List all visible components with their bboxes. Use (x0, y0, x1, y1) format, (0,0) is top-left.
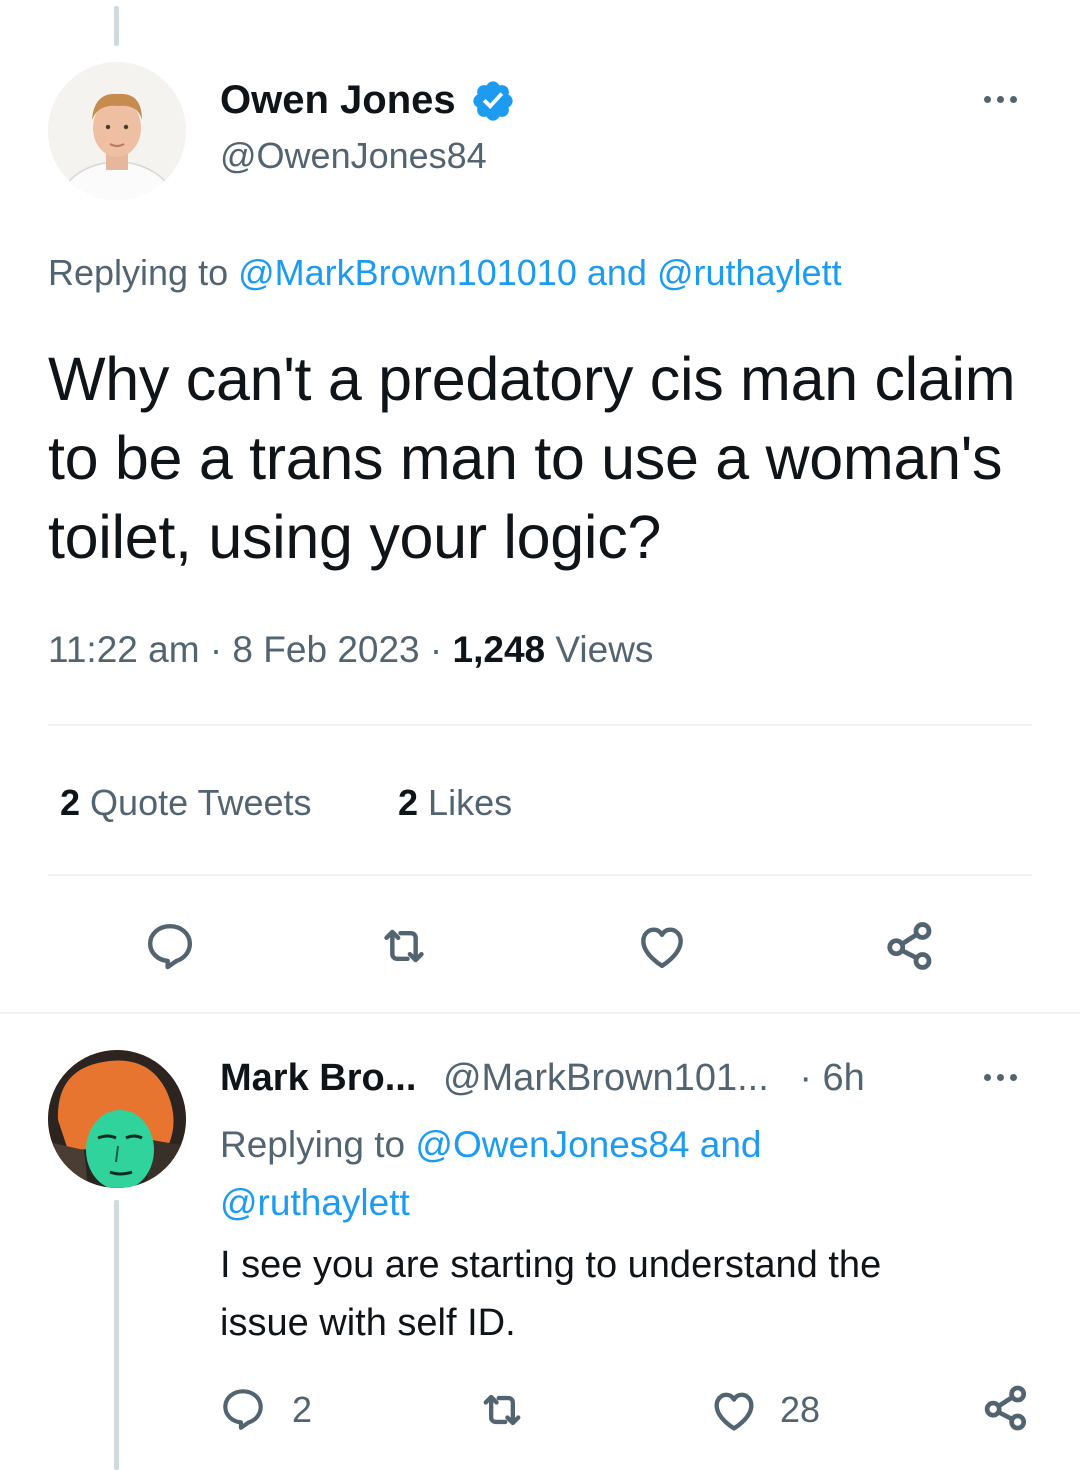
replying-prefix: Replying to (48, 252, 229, 293)
replying-and: and (699, 1124, 762, 1165)
heart-icon[interactable] (634, 918, 690, 974)
main-author-name[interactable]: Owen Jones (220, 76, 456, 124)
quote-tweets-count: 2 (60, 782, 81, 823)
retweet-icon[interactable] (476, 1384, 528, 1436)
retweet-icon[interactable] (376, 918, 432, 974)
more-dot-icon (997, 1074, 1004, 1081)
views-count: 1,248 (452, 629, 546, 670)
replying-user-link-1[interactable]: @MarkBrown101010 (238, 252, 577, 293)
replying-user-link-2[interactable]: @ruthaylett (657, 252, 842, 293)
reply-author-handle[interactable]: @MarkBrown101... (443, 1057, 769, 1099)
more-dot-icon (1010, 1074, 1017, 1081)
reply-count: 2 (292, 1389, 313, 1430)
tweet-date[interactable]: 8 Feb 2023 (232, 629, 419, 670)
section-separator (0, 1012, 1080, 1014)
main-tweet-meta: 11:22 am · 8 Feb 2023 · 1,248 Views (48, 626, 653, 674)
reply-replying-to: Replying to @OwenJones84 and @ruthaylett (220, 1116, 980, 1232)
likes-label: Likes (428, 782, 513, 823)
reply-header: Mark Bro... @MarkBrown101... · 6h (220, 1054, 865, 1102)
likes-count: 2 (398, 782, 419, 823)
reply-icon[interactable] (142, 918, 198, 974)
tweet-time[interactable]: 11:22 am (48, 629, 200, 670)
heart-icon[interactable] (708, 1384, 760, 1436)
reply-more-options-button[interactable] (984, 1074, 1017, 1081)
more-dot-icon (984, 96, 991, 103)
more-dot-icon (1010, 96, 1017, 103)
reply-text-line-2: issue with self ID. (220, 1302, 516, 1344)
main-tweet-text: Why can't a predatory cis man claim to b… (48, 345, 1016, 571)
divider-top (48, 724, 1032, 726)
share-icon[interactable] (880, 916, 940, 976)
replying-prefix: Replying to (220, 1124, 406, 1165)
thread-line-top (114, 6, 119, 46)
quote-tweets-stat[interactable]: 2 Quote Tweets (60, 780, 312, 826)
more-dot-icon (997, 96, 1004, 103)
replying-user-link-2[interactable]: @ruthaylett (220, 1182, 410, 1223)
reply-tweet-text: I see you are starting to understand the… (220, 1236, 1040, 1352)
meta-separator: · (209, 629, 223, 670)
avatar-popart-image (48, 1050, 186, 1188)
reply-author-name[interactable]: Mark Bro... (220, 1057, 416, 1099)
more-dot-icon (984, 1074, 991, 1081)
thread-line-bottom (114, 1200, 119, 1470)
reply-icon[interactable] (218, 1384, 268, 1434)
replying-and: and (586, 252, 647, 293)
divider-middle (48, 874, 1032, 876)
quote-tweets-label: Quote Tweets (90, 782, 312, 823)
main-author-handle[interactable]: @OwenJones84 (220, 134, 487, 178)
likes-stat[interactable]: 2 Likes (398, 780, 512, 826)
like-count: 28 (780, 1389, 821, 1430)
verified-badge-icon (470, 78, 516, 124)
main-replying-to: Replying to @MarkBrown101010 and @ruthay… (48, 250, 842, 296)
reply-text-line-1: I see you are starting to understand the (220, 1244, 882, 1286)
meta-separator: · (429, 629, 443, 670)
avatar-owen-jones[interactable] (48, 62, 186, 200)
views-label: Views (555, 629, 654, 670)
more-options-button[interactable] (984, 96, 1017, 103)
reply-age[interactable]: · 6h (799, 1057, 864, 1099)
share-icon[interactable] (978, 1380, 1034, 1436)
avatar-portrait-image (48, 62, 186, 200)
avatar-mark-brown[interactable] (48, 1050, 186, 1188)
replying-user-link-1[interactable]: @OwenJones84 (415, 1124, 689, 1165)
